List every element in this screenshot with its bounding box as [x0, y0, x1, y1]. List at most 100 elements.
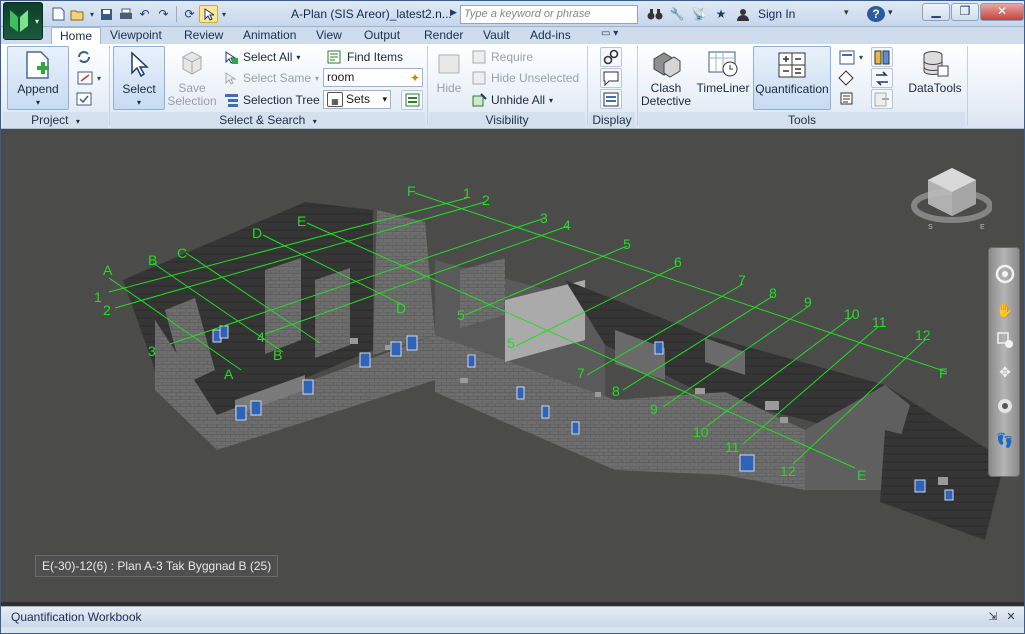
grid-label: F — [939, 365, 948, 381]
tab-output[interactable]: Output — [364, 27, 400, 44]
look-around-icon[interactable] — [993, 394, 1017, 418]
unhide-all-label: Unhide All — [491, 93, 546, 107]
workbook-close-icon[interactable]: ✕ — [1004, 610, 1018, 624]
hide-unselected-button[interactable]: Hide Unselected — [471, 68, 579, 88]
timeliner-button[interactable]: TimeLiner — [695, 46, 751, 110]
save-selection-button[interactable]: Save Selection — [167, 46, 217, 110]
select-all-button[interactable]: Select All ▾ — [223, 47, 300, 67]
require-icon — [471, 49, 487, 65]
qat-customize-icon[interactable]: ▾ — [218, 5, 230, 23]
unhide-all-button[interactable]: Unhide All ▾ — [471, 90, 553, 110]
zoom-icon[interactable] — [993, 328, 1017, 352]
reset-all-icon[interactable]: ▾ — [73, 68, 105, 88]
selection-tree-label: Selection Tree — [243, 93, 320, 107]
file-options-icon[interactable] — [73, 89, 95, 109]
refresh-icon[interactable]: ⟳ — [180, 5, 199, 23]
transform-icon[interactable] — [871, 68, 893, 88]
sign-in-dropdown-icon[interactable]: ▾ — [844, 7, 849, 18]
viewcube-icon[interactable]: S E — [910, 158, 992, 232]
redo-icon[interactable]: ↷ — [154, 5, 173, 23]
ribbon: Append ▾ ▾ Project ▾ Select ▾ Save Selec… — [1, 44, 1024, 129]
file-export-icon[interactable] — [871, 89, 893, 109]
building-model-scene[interactable]: A B C D E F 1 2 3 4 5 6 7 8 9 10 11 12 1… — [5, 130, 1022, 602]
open-folder-icon[interactable] — [68, 5, 87, 23]
require-button[interactable]: Require — [471, 47, 533, 67]
tab-home[interactable]: Home — [51, 27, 102, 44]
hide-unselected-icon — [471, 70, 487, 86]
user-icon[interactable] — [732, 5, 754, 23]
application-menu-button[interactable]: ▾ — [3, 2, 43, 40]
project-panel-title[interactable]: Project ▾ — [3, 112, 108, 128]
title-expand-arrow-icon[interactable]: ▶ — [450, 7, 460, 21]
app-menu-dropdown-icon: ▾ — [34, 17, 39, 26]
help-dropdown-icon[interactable]: ▾ — [888, 7, 893, 18]
scripter-icon[interactable] — [835, 89, 857, 109]
quantification-workbook-panel[interactable]: Quantification Workbook ⇲ ✕ — [1, 606, 1024, 627]
close-button[interactable]: ✕ — [980, 3, 1024, 21]
quick-properties-icon[interactable] — [600, 68, 622, 88]
svg-text:E: E — [980, 224, 985, 231]
tab-vault[interactable]: Vault — [483, 27, 509, 44]
print-icon[interactable] — [116, 5, 135, 23]
tab-viewpoint[interactable]: Viewpoint — [110, 27, 162, 44]
tab-view[interactable]: View — [316, 27, 342, 44]
new-file-icon[interactable] — [49, 5, 68, 23]
grid-label: 2 — [482, 192, 490, 208]
tab-animation[interactable]: Animation — [243, 27, 296, 44]
save-selection-icon — [175, 48, 209, 80]
properties-icon[interactable] — [600, 89, 622, 109]
quick-find-input[interactable]: room ✦ — [323, 68, 423, 87]
satellite-icon[interactable]: 📡 — [688, 5, 710, 23]
binoculars-icon[interactable] — [644, 5, 666, 23]
wrench-icon[interactable]: 🔧 — [666, 5, 688, 23]
undo-icon[interactable]: ↶ — [135, 5, 154, 23]
auto-hide-pin-icon[interactable]: ⇲ — [986, 610, 1000, 624]
appearance-profiler-icon[interactable]: ▾ — [835, 47, 867, 67]
walk-footsteps-icon[interactable]: 👣 — [993, 428, 1017, 452]
append-button[interactable]: Append ▾ — [7, 46, 69, 110]
search-input[interactable]: Type a keyword or phrase — [460, 5, 638, 24]
grid-label: 9 — [650, 401, 658, 417]
help-icon[interactable]: ? — [867, 6, 885, 22]
display-panel-title: Display — [589, 112, 635, 128]
tab-add-ins[interactable]: Add-ins — [530, 27, 571, 44]
datatools-label: DataTools — [908, 81, 962, 95]
select-search-panel-title[interactable]: Select & Search ▾ — [111, 112, 425, 128]
batch-utility-icon[interactable] — [835, 68, 857, 88]
steering-wheel-icon[interactable] — [993, 262, 1017, 286]
sets-dropdown[interactable]: ▦ Sets ▾ — [323, 90, 391, 109]
tab-review[interactable]: Review — [184, 27, 223, 44]
datatools-button[interactable]: DataTools — [905, 46, 965, 110]
select-same-button[interactable]: Select Same ▾ — [223, 68, 319, 88]
quantification-button[interactable]: Quantification — [753, 46, 831, 110]
refresh-model-icon[interactable] — [73, 47, 95, 67]
manage-sets-icon[interactable] — [401, 90, 423, 110]
links-icon[interactable] — [600, 47, 622, 67]
open-dropdown-icon[interactable]: ▾ — [87, 5, 97, 23]
star-icon[interactable]: ★ — [710, 5, 732, 23]
selection-tree-icon — [223, 92, 239, 108]
sign-in-link[interactable]: Sign In — [758, 7, 795, 21]
minimize-button[interactable]: ▁ — [922, 3, 950, 21]
unhide-all-icon — [471, 92, 487, 108]
selection-tree-button[interactable]: Selection Tree — [223, 90, 320, 110]
save-icon[interactable] — [97, 5, 116, 23]
maximize-button[interactable]: ❐ — [951, 3, 979, 21]
select-pointer-icon[interactable] — [199, 5, 218, 23]
clash-detective-button[interactable]: Clash Detective — [639, 46, 693, 110]
panel-separator — [109, 46, 110, 126]
tab-render[interactable]: Render — [424, 27, 463, 44]
compare-icon[interactable] — [871, 47, 893, 67]
grid-label: 6 — [674, 254, 682, 270]
hide-button[interactable]: Hide — [431, 46, 467, 110]
3d-viewport[interactable]: A B C D E F 1 2 3 4 5 6 7 8 9 10 11 12 1… — [5, 130, 1022, 602]
find-items-button[interactable]: Find Items — [327, 47, 403, 67]
ribbon-minimize-icon[interactable]: ▭ ▾ — [601, 28, 627, 43]
orbit-icon[interactable]: ✥ — [993, 360, 1017, 384]
require-label: Require — [491, 50, 534, 64]
visibility-panel-title: Visibility — [429, 112, 585, 128]
pan-hand-icon[interactable]: ✋ — [993, 298, 1017, 322]
select-button[interactable]: Select ▾ — [113, 46, 165, 110]
panel-separator — [637, 46, 638, 126]
quick-find-wand-icon[interactable]: ✦ — [410, 70, 420, 87]
